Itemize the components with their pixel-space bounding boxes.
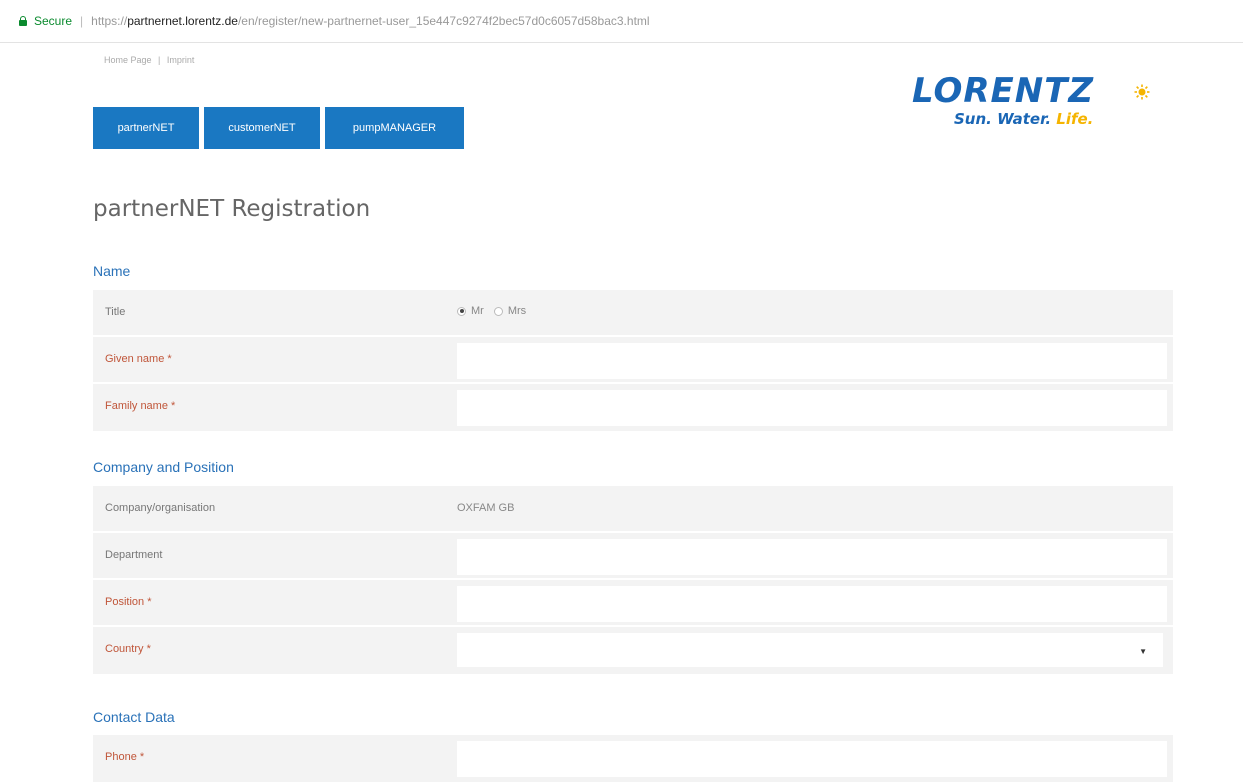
radio-mr-label[interactable]: Mr	[471, 305, 484, 317]
imprint-link[interactable]: Imprint	[167, 55, 195, 65]
url-protocol: https://	[91, 14, 128, 28]
section-title-name: Name	[93, 263, 131, 279]
address-separator: |	[80, 14, 84, 28]
radio-mr[interactable]	[457, 306, 466, 316]
caret-down-icon[interactable]: ▼	[1139, 647, 1147, 656]
country-row: Country * ▼	[93, 627, 1173, 674]
position-input[interactable]	[457, 586, 1167, 622]
phone-row: Phone *	[93, 735, 1173, 782]
radio-mrs[interactable]	[493, 306, 503, 316]
logo-tagline-life: Life.	[1056, 110, 1094, 128]
main-nav: partnerNET customerNET pumpMANAGER	[93, 107, 464, 149]
title-radio-group: Mr Mrs	[457, 305, 536, 317]
country-select[interactable]: ▼	[457, 633, 1163, 667]
logo-wordmark: LORENTZ	[912, 71, 1095, 111]
browser-address-bar: Secure | https://partnernet.lorentz.de/e…	[0, 0, 1243, 43]
phone-label: Phone *	[105, 751, 145, 763]
secure-label: Secure	[34, 14, 73, 28]
contact-section: Phone *	[93, 735, 1173, 782]
family-name-label: Family name *	[105, 400, 176, 412]
given-name-row: Given name *	[93, 337, 1173, 384]
top-links: Home Page | Imprint	[104, 55, 198, 65]
section-title-contact: Contact Data	[93, 709, 175, 725]
url-path: /en/register/new-partnernet-user_15e447c…	[237, 14, 650, 28]
department-row: Department	[93, 533, 1173, 580]
company-value: OXFAM GB	[457, 502, 515, 514]
url-host: partnernet.lorentz.de	[127, 14, 238, 28]
logo-tagline: Sun. Water. Life.	[954, 110, 1152, 128]
page-title: partnerNET Registration	[93, 196, 371, 222]
country-label: Country *	[105, 643, 151, 655]
department-input[interactable]	[457, 539, 1167, 575]
sun-icon	[1134, 84, 1150, 100]
address-content[interactable]: Secure | https://partnernet.lorentz.de/e…	[18, 10, 650, 32]
given-name-input[interactable]	[457, 343, 1167, 379]
title-row: Title Mr Mrs	[93, 290, 1173, 337]
family-name-input[interactable]	[457, 390, 1167, 426]
top-links-separator: |	[158, 55, 161, 65]
company-label: Company/organisation	[105, 502, 216, 514]
lorentz-logo[interactable]: LORENTZ Sun. Water. Life.	[912, 74, 1152, 144]
logo-tagline-main: Sun. Water.	[954, 110, 1052, 128]
position-label: Position *	[105, 596, 152, 608]
nav-customernet-button[interactable]: customerNET	[204, 107, 320, 149]
given-name-label: Given name *	[105, 353, 172, 365]
name-section: Title Mr Mrs Given name * Family name *	[93, 290, 1173, 431]
lock-icon	[18, 16, 28, 26]
section-title-company: Company and Position	[93, 459, 234, 475]
company-section: Company/organisation OXFAM GB Department…	[93, 486, 1173, 674]
nav-pumpmanager-button[interactable]: pumpMANAGER	[325, 107, 464, 149]
company-row: Company/organisation OXFAM GB	[93, 486, 1173, 533]
home-page-link[interactable]: Home Page	[104, 55, 152, 65]
position-row: Position *	[93, 580, 1173, 627]
title-label: Title	[105, 306, 126, 318]
radio-mrs-label[interactable]: Mrs	[508, 305, 526, 317]
family-name-row: Family name *	[93, 384, 1173, 431]
nav-partnernet-button[interactable]: partnerNET	[93, 107, 199, 149]
department-label: Department	[105, 549, 163, 561]
